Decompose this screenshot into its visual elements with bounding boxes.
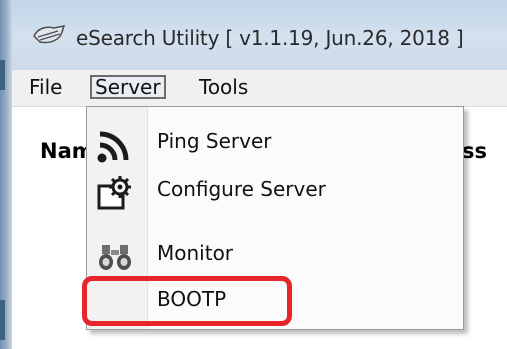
column-header-name[interactable]: Nam <box>40 132 90 170</box>
menu-item-label: Configure Server <box>157 177 326 201</box>
menu-item-ping-server[interactable]: Ping Server <box>87 121 463 163</box>
bootp-highlight-annotation <box>82 276 292 326</box>
menu-bar: File Server Tools <box>12 70 507 107</box>
menu-item-label: Ping Server <box>157 129 272 153</box>
title-bar[interactable]: eSearch Utility [ v1.1.19, Jun.26, 2018 … <box>12 0 507 70</box>
menu-server[interactable]: Server <box>90 75 166 99</box>
app-icon <box>33 25 66 44</box>
window-left-border <box>0 0 12 349</box>
menu-tools[interactable]: Tools <box>196 75 251 99</box>
column-header-address[interactable]: ss <box>462 132 502 170</box>
menu-item-monitor[interactable]: Monitor <box>87 233 463 273</box>
menu-file[interactable]: File <box>26 75 65 99</box>
menu-item-label: Monitor <box>157 241 234 265</box>
configure-icon <box>95 173 135 213</box>
binoculars-icon <box>95 237 135 277</box>
menu-item-configure-server[interactable]: Configure Server <box>87 169 463 210</box>
window-title: eSearch Utility [ v1.1.19, Jun.26, 2018 … <box>76 26 464 50</box>
signal-icon <box>95 125 135 165</box>
